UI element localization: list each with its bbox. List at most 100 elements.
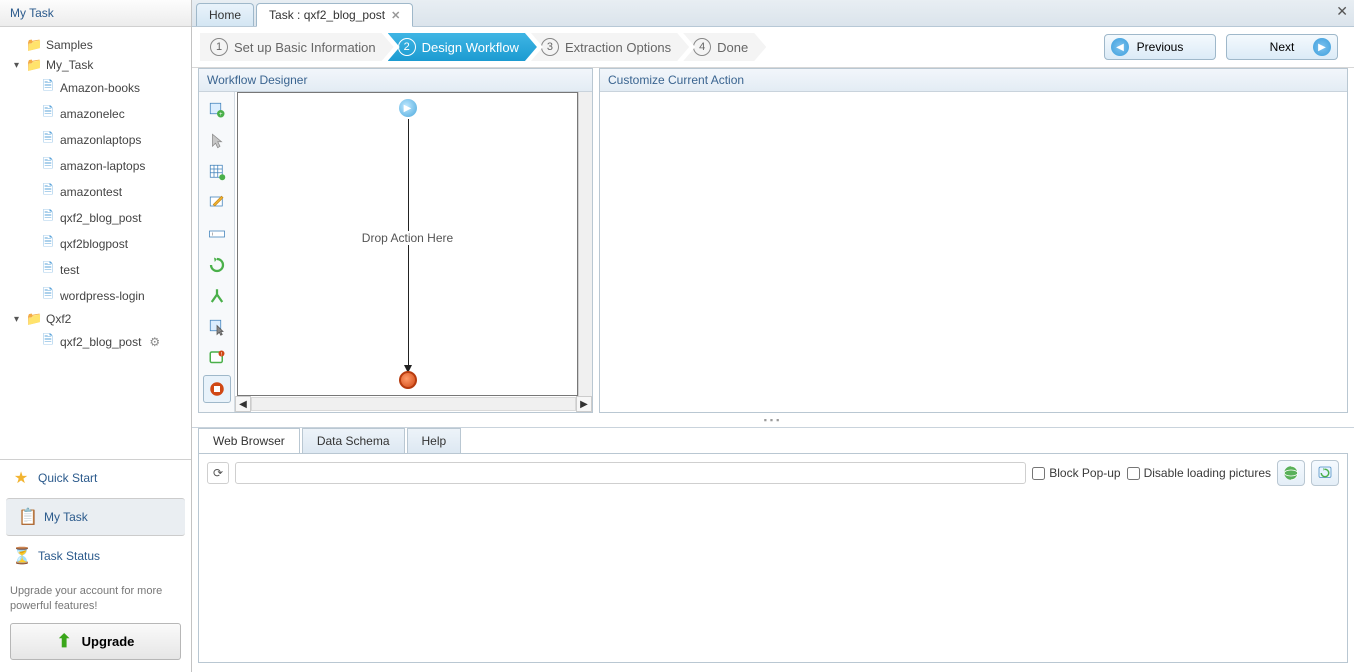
task-tree: 📁 Samples ▾ 📁 My_Task 🗎Amazon-books 🗎ama… [0, 27, 191, 459]
disable-pictures-checkbox[interactable]: Disable loading pictures [1127, 466, 1271, 480]
gear-icon[interactable]: ⚙ [149, 335, 160, 349]
tree-node[interactable]: 🗎amazon-laptops [14, 153, 187, 179]
tree-node[interactable]: 🗎amazonlaptops [14, 127, 187, 153]
refresh-button[interactable]: ⟳ [207, 462, 229, 484]
tool-stop[interactable] [203, 375, 231, 403]
url-input[interactable] [235, 462, 1026, 484]
toolbox: + ! [199, 92, 235, 412]
arrow-right-icon: ▶ [1313, 38, 1331, 56]
panel-title: Customize Current Action [600, 69, 1347, 92]
workflow-designer-panel: Workflow Designer + ! [198, 68, 593, 413]
previous-button[interactable]: ◀ Previous [1104, 34, 1216, 60]
wizard-step-1[interactable]: 1Set up Basic Information [200, 33, 394, 61]
scroll-track[interactable] [251, 397, 576, 411]
start-node-icon[interactable]: ▶ [399, 99, 417, 117]
tool-input[interactable] [203, 220, 231, 248]
file-icon: 🗎 [40, 207, 56, 229]
tree-label: Qxf2 [46, 312, 71, 326]
folder-icon: 📁 [26, 311, 42, 327]
nav-my-task[interactable]: 📋 My Task [6, 498, 185, 536]
designer-body: + ! ▶ [199, 92, 592, 412]
hourglass-icon: ⏳ [12, 546, 30, 566]
wizard-step-4[interactable]: 4Done [683, 33, 766, 61]
workflow-canvas[interactable]: ▶ Drop Action Here [237, 92, 578, 396]
step-number: 3 [541, 38, 559, 56]
checkbox-label: Disable loading pictures [1144, 466, 1271, 480]
upgrade-text: Upgrade your account for more powerful f… [10, 584, 181, 613]
tree-node-samples[interactable]: 📁 Samples [14, 35, 187, 55]
nav-quick-start[interactable]: ★ Quick Start [0, 460, 191, 496]
tree-node[interactable]: 🗎qxf2blogpost [14, 231, 187, 257]
file-icon: 🗎 [40, 331, 56, 353]
splitter-handle[interactable]: ▪▪▪ [192, 413, 1354, 427]
collapse-icon[interactable]: ▾ [14, 60, 26, 71]
tool-grid[interactable] [203, 158, 231, 186]
tree-node-my-task[interactable]: ▾ 📁 My_Task [14, 55, 187, 75]
tab-help[interactable]: Help [407, 428, 462, 453]
tool-edit[interactable] [203, 189, 231, 217]
tree-node[interactable]: 🗎Amazon-books [14, 75, 187, 101]
tree-label: amazontest [60, 185, 122, 199]
tree-label: Samples [46, 38, 93, 52]
content-split: Workflow Designer + ! [192, 68, 1354, 413]
drop-hint: Drop Action Here [358, 231, 457, 245]
collapse-icon[interactable]: ▾ [14, 314, 26, 325]
refresh-icon: ⟳ [213, 466, 223, 480]
tool-condition[interactable] [203, 282, 231, 310]
next-button[interactable]: Next ▶ [1226, 34, 1338, 60]
end-node-icon[interactable] [399, 371, 417, 389]
scroll-right-icon[interactable]: ▶ [576, 396, 592, 412]
upgrade-button[interactable]: ⬆ Upgrade [10, 623, 181, 660]
step-number: 2 [398, 38, 416, 56]
folder-icon: 📁 [26, 57, 42, 73]
tab-home[interactable]: Home [196, 3, 254, 26]
tree-node[interactable]: 🗎qxf2_blog_post [14, 205, 187, 231]
scroll-left-icon[interactable]: ◀ [235, 396, 251, 412]
bottom-panel: Web Browser Data Schema Help ⟳ Block Pop… [192, 427, 1354, 669]
tree-label: test [60, 263, 79, 277]
tab-label: Home [209, 8, 241, 22]
file-icon: 🗎 [40, 103, 56, 125]
tool-new-page[interactable]: + [203, 96, 231, 124]
checkbox-input[interactable] [1127, 467, 1140, 480]
tab-task[interactable]: Task : qxf2_blog_post ✕ [256, 3, 413, 27]
step-number: 4 [693, 38, 711, 56]
tree-label: amazonelec [60, 107, 125, 121]
tree-node-active[interactable]: 🗎 qxf2_blog_post ⚙ [14, 329, 187, 355]
tree-node-qxf2[interactable]: ▾ 📁 Qxf2 [14, 309, 187, 329]
tree-node[interactable]: 🗎 amazontest [14, 179, 187, 205]
nav-label: My Task [44, 510, 88, 524]
vertical-scrollbar[interactable] [578, 92, 592, 396]
tool-capture[interactable]: ! [203, 344, 231, 372]
checkbox-input[interactable] [1032, 467, 1045, 480]
tab-web-browser[interactable]: Web Browser [198, 428, 300, 453]
wizard-step-2[interactable]: 2Design Workflow [388, 33, 537, 61]
file-icon: 🗎 [40, 155, 56, 177]
wizard-step-3[interactable]: 3Extraction Options [531, 33, 689, 61]
file-icon: 🗎 [40, 129, 56, 151]
nav-task-status[interactable]: ⏳ Task Status [0, 538, 191, 574]
sidebar-nav: ★ Quick Start 📋 My Task ⏳ Task Status [0, 459, 191, 574]
horizontal-scrollbar[interactable]: ◀ ▶ [235, 396, 592, 412]
file-icon: 🗎 [40, 233, 56, 255]
wizard-nav-buttons: ◀ Previous Next ▶ [1104, 34, 1346, 60]
block-popup-checkbox[interactable]: Block Pop-up [1032, 466, 1120, 480]
window-close-icon[interactable]: ✕ [1336, 3, 1348, 20]
file-icon: 🗎 [40, 77, 56, 99]
file-icon: 🗎 [40, 181, 56, 203]
step-label: Set up Basic Information [234, 40, 376, 55]
tool-click[interactable] [203, 313, 231, 341]
tree-node[interactable]: 🗎test [14, 257, 187, 283]
close-icon[interactable]: ✕ [391, 9, 400, 22]
button-label: Next [1270, 40, 1295, 54]
urlbar-row: ⟳ Block Pop-up Disable loading pictures [199, 454, 1347, 492]
svg-text:+: + [218, 112, 222, 118]
tree-node[interactable]: 🗎wordpress-login [14, 283, 187, 309]
page-refresh-button[interactable] [1311, 460, 1339, 486]
tree-node[interactable]: 🗎 amazonelec [14, 101, 187, 127]
tool-loop[interactable] [203, 251, 231, 279]
browse-button[interactable] [1277, 460, 1305, 486]
tabbar: Home Task : qxf2_blog_post ✕ ✕ [192, 0, 1354, 27]
tool-pointer[interactable] [203, 127, 231, 155]
tab-data-schema[interactable]: Data Schema [302, 428, 405, 453]
